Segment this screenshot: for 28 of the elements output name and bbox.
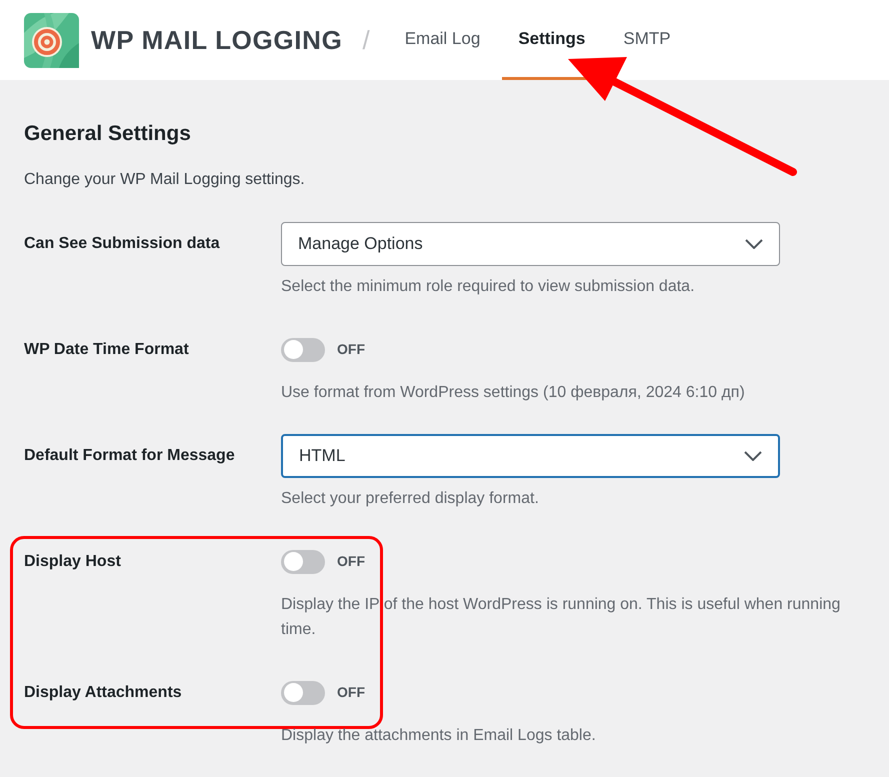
- chevron-down-icon: [744, 450, 762, 460]
- dropdown[interactable]: HTML: [281, 434, 780, 478]
- chevron-down-icon: [745, 238, 763, 248]
- toggle-switch[interactable]: [281, 550, 325, 574]
- logo-icon: [24, 12, 79, 68]
- toggle-state-label: OFF: [337, 340, 365, 359]
- help-text: Use format from WordPress settings (10 февраля, 2024 6:10 дп): [281, 382, 745, 402]
- nav-tab[interactable]: SMTP: [607, 0, 687, 80]
- toggle-state-label: OFF: [337, 552, 365, 571]
- help-text: Select your preferred display format.: [281, 488, 540, 508]
- help-text: Select the minimum role required to view submission data.: [281, 276, 696, 296]
- setting-label: Display Host: [24, 552, 121, 572]
- brand-title: WP MAIL LOGGING: [91, 24, 342, 56]
- setting-label: Default Format for Message: [24, 446, 235, 466]
- section-title: General Settings: [24, 121, 192, 147]
- help-text: time.: [281, 620, 317, 640]
- separator: /: [362, 24, 370, 56]
- help-text: Display the IP of the host WordPress is running on. This is useful when running: [281, 594, 840, 614]
- toggle-state-label: OFF: [337, 683, 365, 702]
- setting-label: Can See Submission data: [24, 234, 220, 254]
- dropdown[interactable]: Manage Options: [281, 222, 780, 266]
- section-subtitle: Change your WP Mail Logging settings.: [24, 170, 306, 190]
- toggle-switch[interactable]: [281, 680, 325, 704]
- help-text: Display the attachments in Email Logs table.: [281, 726, 596, 746]
- setting-label: WP Date Time Format: [24, 340, 189, 360]
- nav-tab[interactable]: Email Log: [388, 0, 496, 80]
- toggle-switch[interactable]: [281, 338, 325, 362]
- setting-label: Display Attachments: [24, 682, 182, 702]
